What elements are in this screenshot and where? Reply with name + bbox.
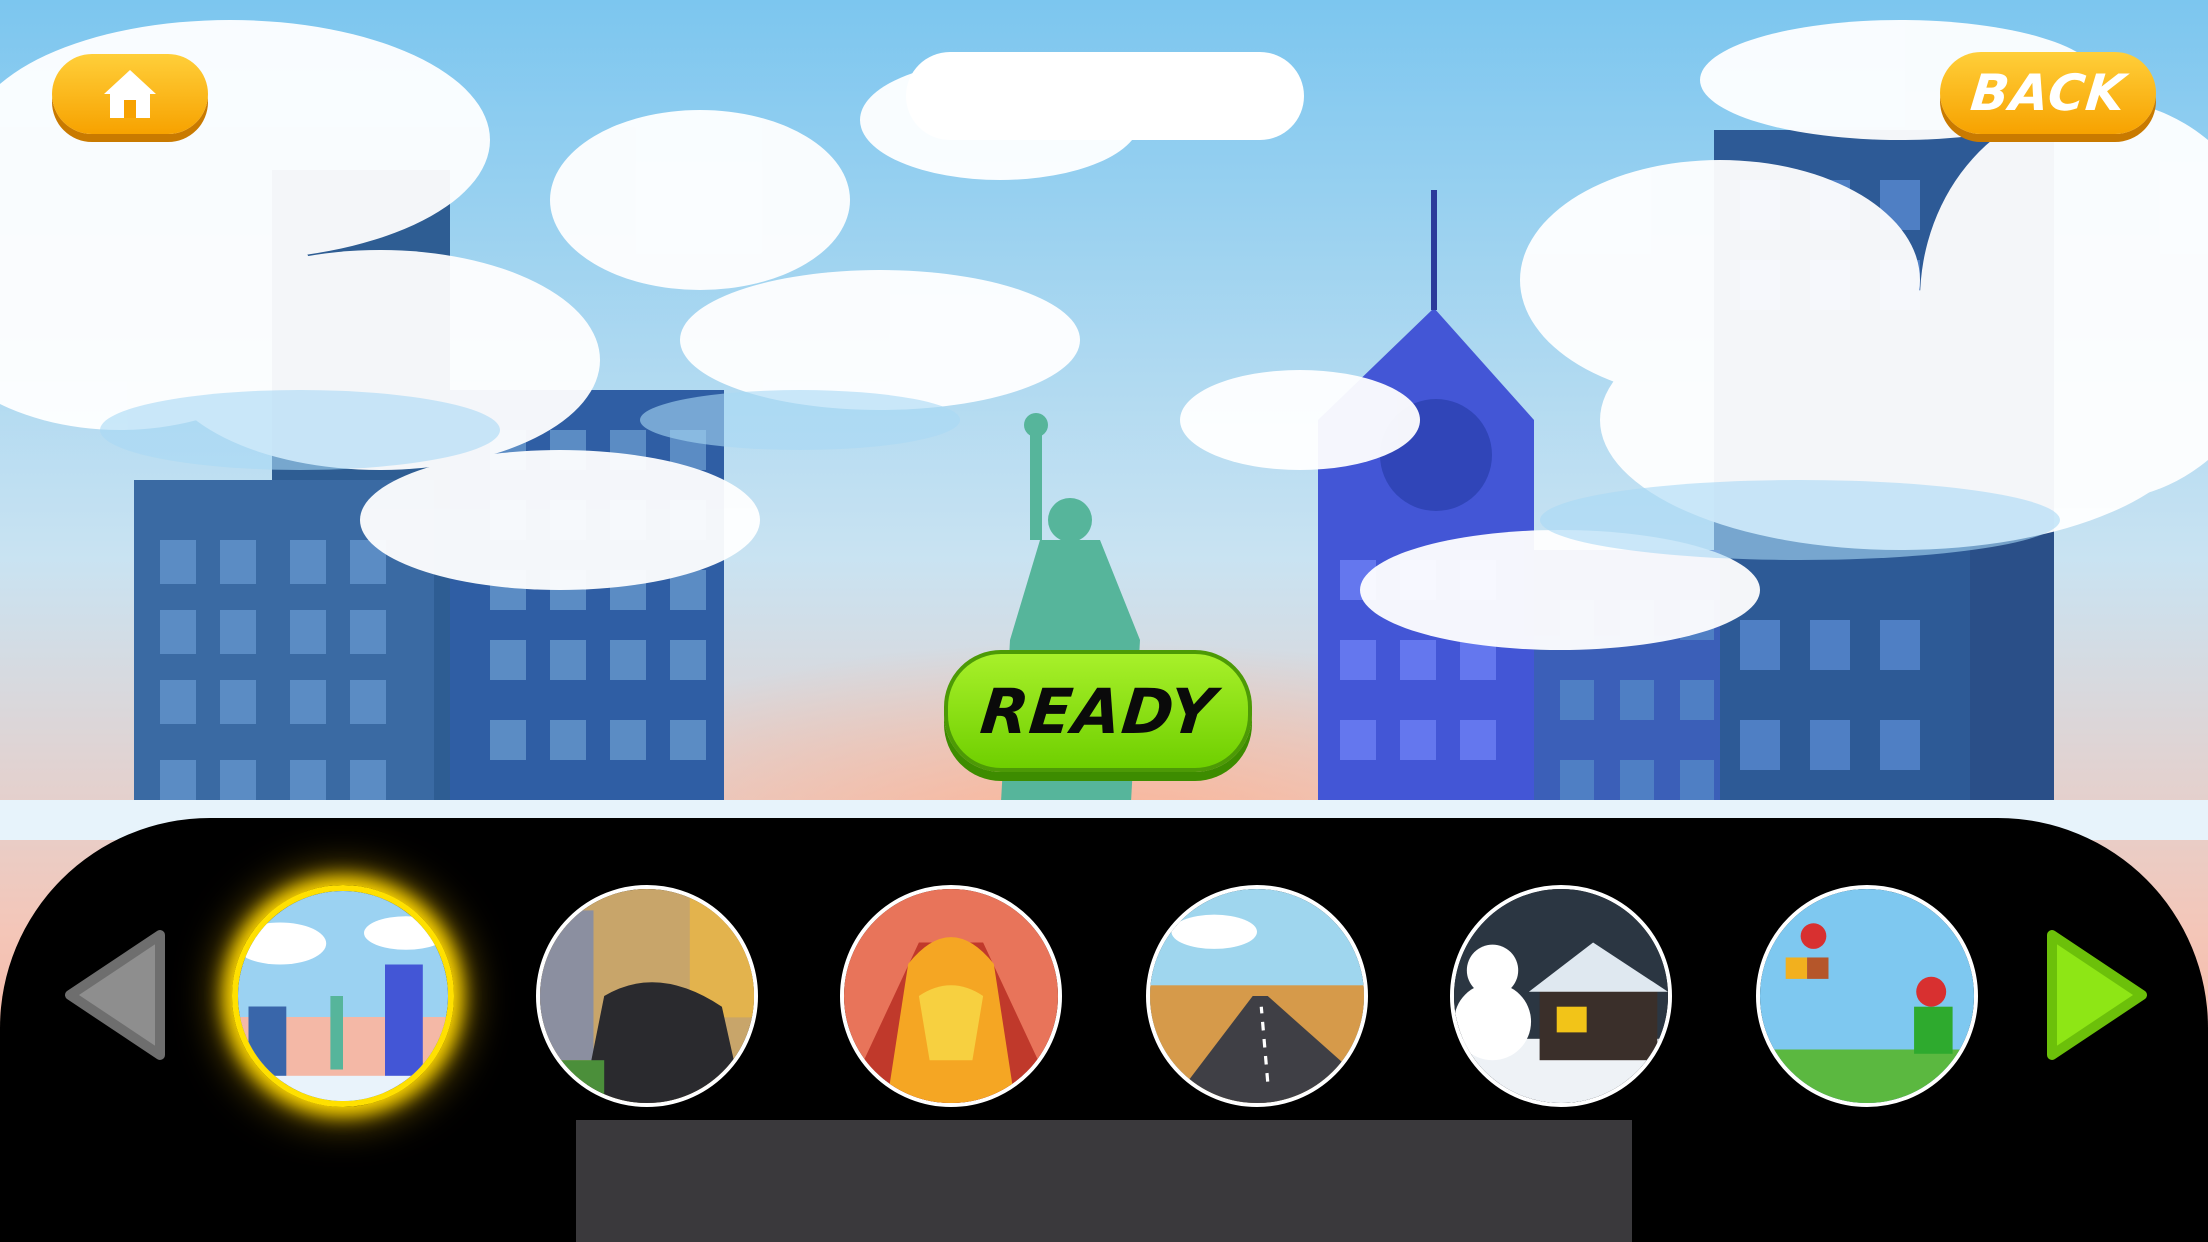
- home-button[interactable]: [52, 54, 208, 134]
- level-title-bar: [906, 52, 1304, 140]
- level-thumb-panther[interactable]: [536, 885, 758, 1107]
- level-thumb-snow-house[interactable]: [1450, 885, 1672, 1107]
- back-button[interactable]: BACK: [1940, 52, 2156, 134]
- ready-button[interactable]: READY: [944, 650, 1252, 772]
- arrow-right-icon[interactable]: [2042, 925, 2152, 1065]
- level-thumb-volcano[interactable]: [840, 885, 1062, 1107]
- level-thumb-plumber-pipes[interactable]: [1756, 885, 1978, 1107]
- ready-label: READY: [976, 674, 1220, 748]
- level-info-panel: [576, 1120, 1632, 1242]
- arrow-left-icon[interactable]: [60, 925, 170, 1065]
- level-thumb-city-liberty[interactable]: [232, 885, 454, 1107]
- back-label: BACK: [1967, 64, 2129, 122]
- level-thumb-desert-road[interactable]: [1146, 885, 1368, 1107]
- home-icon: [104, 70, 156, 118]
